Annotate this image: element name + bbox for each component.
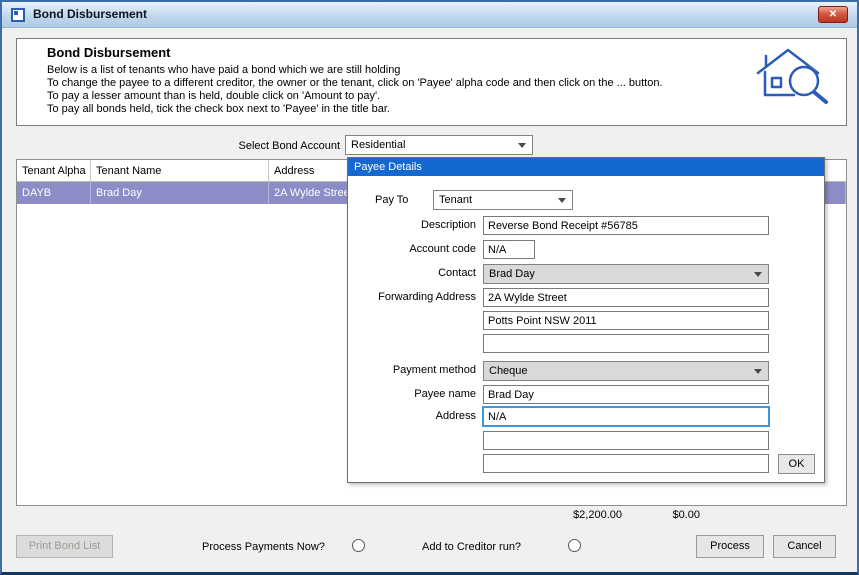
amount-to-pay-total: $0.00 [672,509,700,521]
cancel-button[interactable]: Cancel [773,535,836,558]
creditor-run-label: Add to Creditor run? [422,541,522,553]
instruction-line: To change the payee to a different credi… [47,77,663,89]
chevron-down-icon [558,198,566,203]
description-field[interactable] [483,216,769,235]
contact-value: Brad Day [489,268,535,280]
info-panel: Bond Disbursement Below is a list of ten… [16,38,847,126]
close-icon: ✕ [828,9,838,20]
chevron-down-icon [754,369,762,374]
contact-select[interactable]: Brad Day [483,264,769,284]
bond-disbursement-window: Bond Disbursement ✕ Bond Disbursement Be… [0,0,859,575]
amount-held-total: $2,200.00 [573,509,622,521]
pay-to-value: Tenant [439,194,473,206]
payee-name-field[interactable] [483,385,769,404]
cell-tenant-alpha[interactable]: DAYB [17,182,91,204]
window-titlebar: Bond Disbursement ✕ [2,2,857,28]
contact-label: Contact [438,267,476,279]
pay-to-label: Pay To [375,194,409,206]
payment-method-select[interactable]: Cheque [483,361,769,381]
process-button[interactable]: Process [696,535,764,558]
process-payments-radio[interactable] [352,539,365,552]
forwarding-address-line-1[interactable] [483,288,769,307]
chevron-down-icon [754,272,762,277]
bond-account-value: Residential [351,139,406,151]
payment-method-value: Cheque [489,365,528,377]
payee-details-dialog: Payee Details Pay To Tenant Description … [347,157,825,483]
account-code-label: Account code [409,243,476,255]
address-label: Address [435,410,476,422]
instruction-line: To pay all bonds held, tick the check bo… [47,103,390,115]
address-line-1[interactable] [482,406,770,427]
page-title: Bond Disbursement [47,45,171,60]
forwarding-address-line-3[interactable] [483,334,769,353]
column-header-tenant-name[interactable]: Tenant Name [91,160,269,182]
payee-details-titlebar: Payee Details [348,158,824,176]
forwarding-address-line-2[interactable] [483,311,769,330]
payment-method-label: Payment method [392,364,476,376]
process-payments-label: Process Payments Now? [202,541,325,553]
description-label: Description [420,219,476,231]
cell-tenant-name[interactable]: Brad Day [91,182,269,204]
account-code-field[interactable] [483,240,535,259]
bond-account-select[interactable]: Residential [345,135,533,155]
print-bond-list-button: Print Bond List [16,535,113,558]
chevron-down-icon [518,143,526,148]
pay-to-select[interactable]: Tenant [433,190,573,210]
address-line-3[interactable] [483,454,769,473]
payee-name-label: Payee name [414,388,476,400]
house-search-icon [756,48,828,104]
close-button[interactable]: ✕ [818,6,848,23]
creditor-run-radio[interactable] [568,539,581,552]
column-header-tenant-alpha[interactable]: Tenant Alpha [17,160,91,182]
app-icon [11,8,25,22]
window-title: Bond Disbursement [33,7,148,21]
instruction-line: Below is a list of tenants who have paid… [47,64,401,76]
forwarding-address-label: Forwarding Address [378,291,476,303]
ok-button[interactable]: OK [778,454,815,474]
address-line-2[interactable] [483,431,769,450]
bond-account-label: Select Bond Account [238,140,340,152]
instruction-line: To pay a lesser amount than is held, dou… [47,90,381,102]
